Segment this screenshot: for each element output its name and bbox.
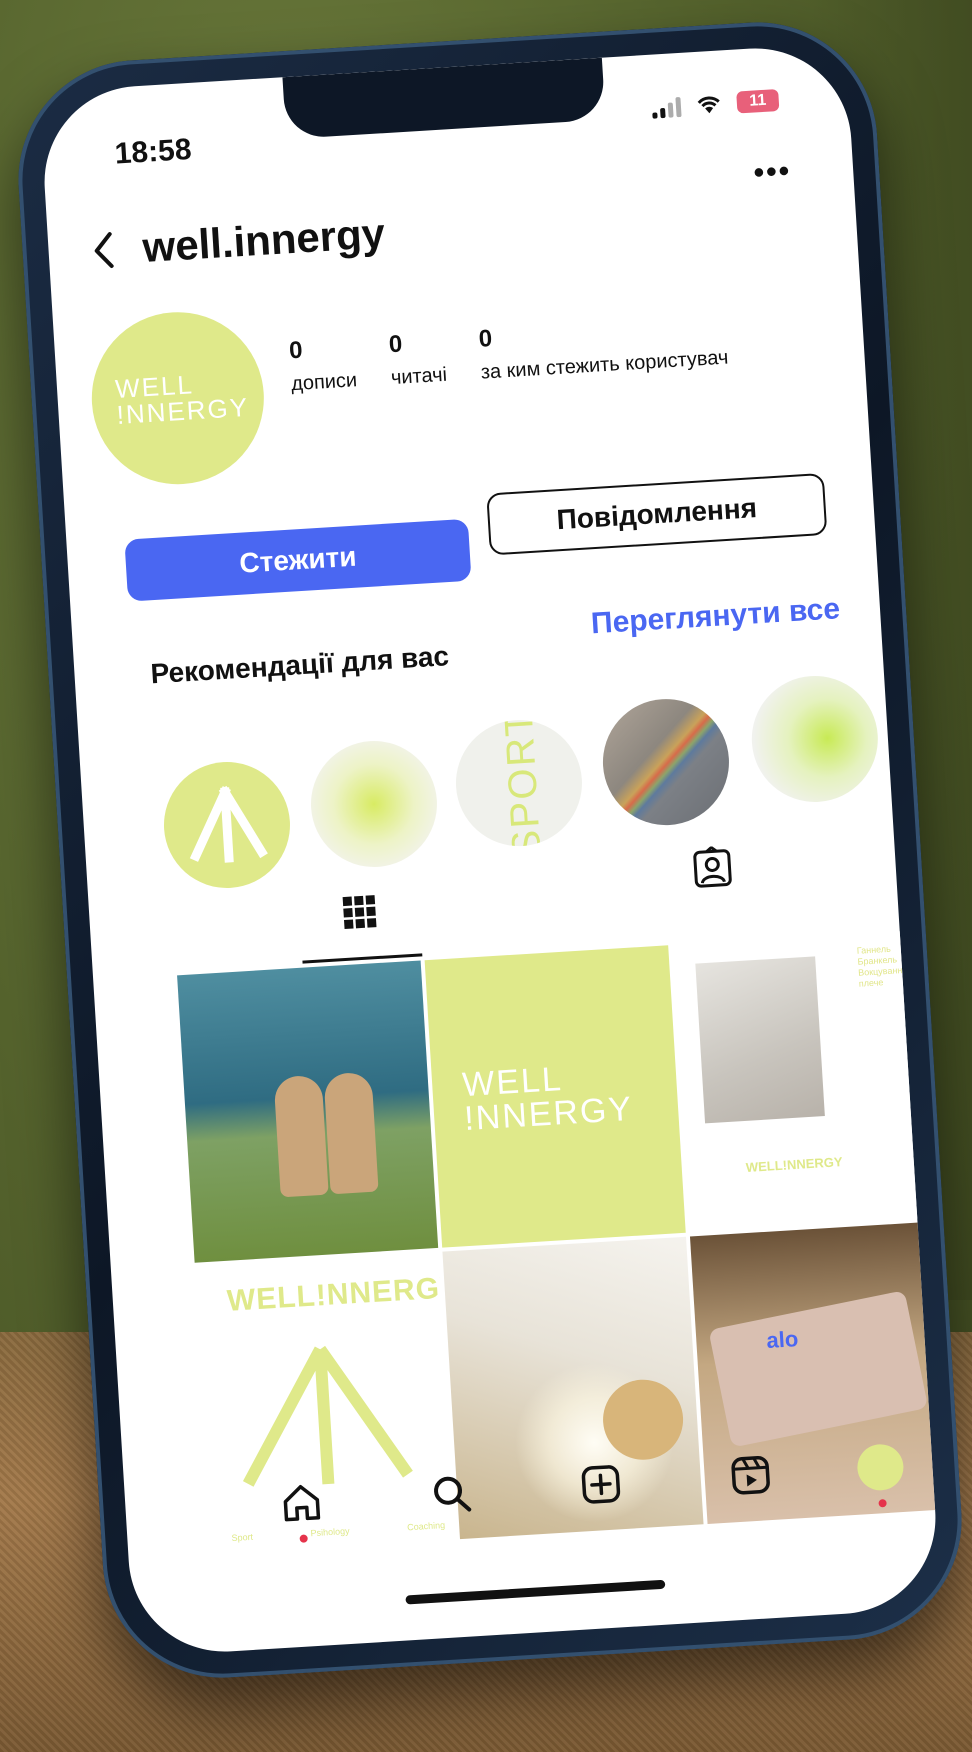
stat-following-label: за ким стежить користувач xyxy=(480,346,729,384)
notification-dot xyxy=(299,1534,308,1543)
search-icon xyxy=(434,1476,472,1512)
post-thumbnail[interactable]: Ганнель Бранкель Вокцування плече WELL!N… xyxy=(672,930,934,1233)
signal-icon xyxy=(651,95,682,119)
recommendation-item[interactable] xyxy=(599,695,733,829)
follow-button[interactable]: Стежити xyxy=(124,518,472,602)
stat-following-count: 0 xyxy=(478,324,494,353)
profile-username: well.innergy xyxy=(141,209,387,272)
nav-home[interactable] xyxy=(274,1475,329,1543)
stat-followers-label: читачі xyxy=(390,363,448,390)
plus-square-icon xyxy=(581,1465,621,1504)
post-thumbnail[interactable] xyxy=(177,960,439,1263)
mat-logo: alo xyxy=(765,1326,799,1354)
chevron-left-icon[interactable] xyxy=(81,227,124,273)
home-icon xyxy=(283,1485,321,1522)
nav-reels[interactable] xyxy=(723,1448,778,1503)
profile-header: well.innergy xyxy=(81,177,817,282)
recommendations-title: Рекомендації для вас xyxy=(149,640,450,690)
recommendation-item[interactable] xyxy=(307,737,441,871)
recommendation-text: SPORT xyxy=(496,716,550,850)
status-time: 18:58 xyxy=(113,132,193,171)
grid-icon xyxy=(342,895,377,930)
tab-posts[interactable] xyxy=(298,890,423,964)
stat-posts[interactable]: 0 дописи xyxy=(288,333,357,396)
nav-create[interactable] xyxy=(573,1457,628,1512)
post-brand: WELL!NNERGY xyxy=(745,1154,843,1175)
stat-followers-count: 0 xyxy=(388,330,404,359)
phone: 18:58 11 ••• well.innergy WELL !NNERGY 0… xyxy=(11,15,969,1685)
tagged-person-icon xyxy=(693,845,732,888)
nav-profile[interactable] xyxy=(853,1440,908,1508)
recommendations-header: Рекомендації для вас Переглянути все xyxy=(148,592,842,694)
wifi-icon xyxy=(694,92,723,116)
reels-icon xyxy=(731,1456,770,1495)
photo-figure xyxy=(273,1074,329,1198)
status-icons: 11 xyxy=(651,88,780,119)
post-thumbnail[interactable]: WELL !NNERGY xyxy=(424,945,686,1248)
stat-followers[interactable]: 0 читачі xyxy=(388,328,448,390)
recommendation-item[interactable]: SPORT xyxy=(452,716,586,850)
see-all-link[interactable]: Переглянути все xyxy=(590,592,841,641)
post-photo xyxy=(695,956,825,1124)
message-button[interactable]: Повідомлення xyxy=(486,472,828,556)
phone-screen: 18:58 11 ••• well.innergy WELL !NNERGY 0… xyxy=(38,42,942,1658)
recommendation-item[interactable] xyxy=(748,672,882,806)
avatar[interactable]: WELL !NNERGY xyxy=(86,307,269,490)
stat-posts-label: дописи xyxy=(290,369,358,396)
notification-dot xyxy=(878,1499,887,1508)
profile-stats: 0 дописи 0 читачі 0 за ким стежить корис… xyxy=(288,311,729,397)
stat-following[interactable]: 0 за ким стежить користувач xyxy=(478,311,729,385)
tab-tagged[interactable] xyxy=(686,841,739,894)
home-indicator[interactable] xyxy=(405,1579,666,1605)
post-brand: WELL!NNERGY xyxy=(226,1270,457,1318)
nav-search[interactable] xyxy=(424,1466,479,1521)
avatar-text-line2: !NNERGY xyxy=(115,391,250,430)
profile-section: WELL !NNERGY 0 дописи 0 читачі 0 за ким … xyxy=(86,272,841,497)
stat-posts-count: 0 xyxy=(288,336,304,365)
battery-icon: 11 xyxy=(736,88,780,114)
avatar xyxy=(856,1442,905,1492)
photo-figure xyxy=(323,1071,379,1195)
